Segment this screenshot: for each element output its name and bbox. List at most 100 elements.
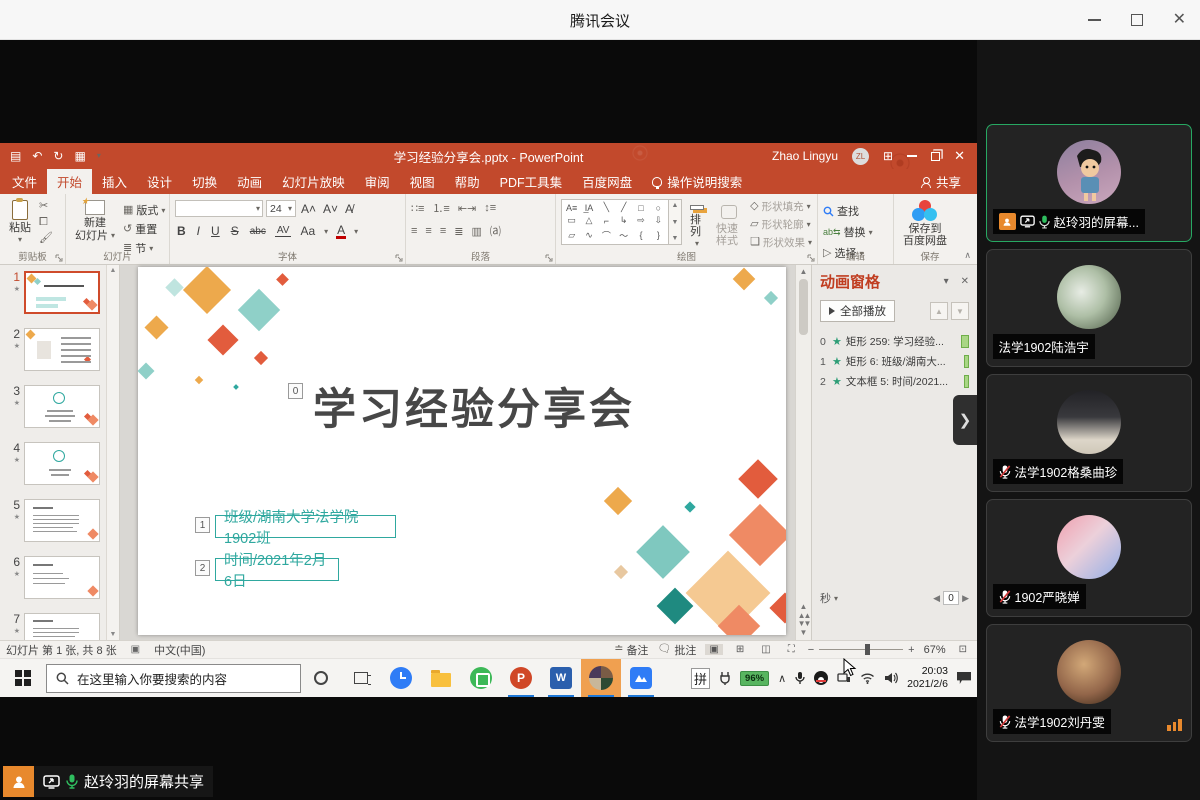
tab-home[interactable]: 开始 [47,169,92,194]
move-later-icon[interactable]: ▼ [951,302,969,320]
save-to-baidu-button[interactable]: 保存到 百度网盘 [899,199,951,249]
tab-pdf-tools[interactable]: PDF工具集 [490,169,573,194]
pane-close-icon[interactable]: ✕ [961,276,969,287]
thumbnail-slide-5[interactable]: 5★ [6,499,103,542]
thumbnail-slide-3[interactable]: 3★ [6,385,103,428]
animation-item[interactable]: 1★ 矩形 6: 班级/湖南大... [820,354,969,369]
shape-outline-button[interactable]: ▱形状轮廓▾ [750,217,812,232]
clear-format-icon[interactable]: A̸ [343,202,355,216]
ribbon-options-icon[interactable]: ⊞ [883,149,893,163]
seconds-dropdown[interactable]: 秒▾ [820,590,838,606]
shrink-font-icon[interactable]: A˅ [321,202,340,216]
tab-baidu-pan[interactable]: 百度网盘 [572,169,642,194]
tab-design[interactable]: 设计 [137,169,182,194]
shapes-gallery[interactable]: A≡I̲A╲╱□○ ▭△⌐↳⇨⇩ ▱∿⌒〜{} [561,199,669,245]
animation-item[interactable]: 0★ 矩形 259: 学习经验... [820,334,969,349]
tab-transitions[interactable]: 切换 [182,169,227,194]
paste-button[interactable]: 粘贴▾ [5,199,35,249]
thumbnail-slide-6[interactable]: 6★ [6,556,103,599]
notes-button[interactable]: ≐备注 [614,642,648,658]
indent-icons[interactable]: ⇤⇥ [458,202,476,215]
time-fwd-icon[interactable]: ▶ [962,593,969,604]
change-case-button[interactable]: Aa [298,224,317,238]
layout-button[interactable]: ▦版式▾ [123,202,165,218]
tray-mic-icon[interactable] [795,671,805,685]
align-right-icon[interactable]: ≡ [440,225,446,237]
tab-file[interactable]: 文件 [2,169,47,194]
tab-animations[interactable]: 动画 [227,169,272,194]
italic-button[interactable]: I [195,224,202,238]
tab-help[interactable]: 帮助 [445,169,490,194]
slideshow-view-icon[interactable]: ⛶ [784,644,799,655]
accessibility-icon[interactable]: ▣ [131,644,140,655]
bullets-icon[interactable]: ∷≡ [411,202,424,215]
strikethrough-button[interactable]: abc [248,226,268,237]
find-button[interactable]: 查找 [823,203,873,219]
thumbnail-slide-4[interactable]: 4★ [6,442,103,485]
time-back-icon[interactable]: ◀ [933,593,940,604]
fit-to-window-icon[interactable]: ⊡ [955,644,971,655]
tell-me-box[interactable]: 操作说明搜索 [642,169,752,194]
ime-indicator[interactable]: 拼 [691,668,710,689]
maximize-icon[interactable] [1131,14,1143,26]
wifi-icon[interactable] [860,672,875,684]
ppt-minimize-icon[interactable] [907,155,917,157]
copy-icon[interactable]: ⧠ [39,217,53,228]
dialog-launcher-icon[interactable] [395,254,403,262]
quick-styles-button[interactable]: 快速样式 [712,199,746,249]
ppt-restore-icon[interactable] [931,152,940,161]
clock-display[interactable]: 20:032021/2/6 [907,665,948,691]
underline-button[interactable]: U [209,224,222,238]
battery-indicator[interactable]: 96% [740,671,769,686]
play-all-button[interactable]: 全部播放 [820,300,895,322]
action-center-icon[interactable] [957,672,971,684]
ppt-close-icon[interactable]: ✕ [954,148,965,164]
thumbnail-slide-7[interactable]: 7★ [6,613,103,640]
qq-icon[interactable] [814,671,828,685]
participant-tile[interactable]: 法学1902陆浩宇 [986,249,1192,367]
arrange-button[interactable]: 排列▾ [686,199,708,249]
text-direction-icon[interactable]: ⒜ [490,223,501,239]
messenger-app-button[interactable] [461,659,501,697]
dialog-launcher-icon[interactable] [55,254,63,262]
align-left-icon[interactable]: ≡ [411,225,417,237]
animation-item[interactable]: 2★ 文本框 5: 时间/2021... [820,374,969,389]
slide[interactable]: 0 学习经验分享会 1 班级/湖南大学法学院1902班 2 时间/2021年2月… [138,267,786,635]
justify-icon[interactable]: ≣ [454,225,463,238]
replace-button[interactable]: ab⇆替换▾ [823,224,873,240]
language-status[interactable]: 中文(中国) [154,642,205,658]
collapse-ribbon-icon[interactable]: ∧ [964,250,971,261]
shadow-button[interactable]: S [229,224,241,238]
participant-tile[interactable]: 法学1902格桑曲珍 [986,374,1192,492]
numbering-icon[interactable]: ⒈≡ [432,200,449,216]
new-slide-button[interactable]: ★ 新建 幻灯片▾ [71,199,119,249]
font-size-select[interactable]: 24▾ [266,200,296,217]
pane-menu-icon[interactable]: ▾ [944,276,949,287]
thumbnail-scrollbar[interactable]: ▲▼ [106,265,119,640]
powerpoint-app-button[interactable]: P [501,659,541,697]
participant-tile-presenter[interactable]: 赵玲羽的屏幕... [986,124,1192,242]
tab-view[interactable]: 视图 [400,169,445,194]
bold-button[interactable]: B [175,224,188,238]
account-avatar[interactable]: ZL [852,148,869,165]
reading-view-icon[interactable]: ◫ [757,644,774,655]
account-name[interactable]: Zhao Lingyu [772,149,838,163]
move-earlier-icon[interactable]: ▲ [930,302,948,320]
dialog-launcher-icon[interactable] [807,254,815,262]
cortana-button[interactable] [301,659,341,697]
taskbar-search[interactable]: 在这里输入你要搜索的内容 [46,664,301,693]
tab-slideshow[interactable]: 幻灯片放映 [272,169,355,194]
share-button[interactable]: 共享 [921,169,977,194]
format-painter-icon[interactable]: 🖌 [39,233,53,244]
gallery-scroll[interactable]: ▲▼▼ [669,199,682,245]
tencent-docs-app-button[interactable] [621,659,661,697]
tencent-meeting-app-button[interactable] [581,659,621,697]
shape-effects-button[interactable]: ❑形状效果▾ [750,235,812,250]
zoom-slider[interactable]: −+ [808,644,915,656]
file-explorer-button[interactable] [421,659,461,697]
char-spacing-button[interactable]: AV [275,225,292,237]
minimize-icon[interactable] [1088,19,1101,21]
normal-view-icon[interactable]: ▣ [705,644,722,655]
cut-icon[interactable]: ✂ [39,201,53,212]
tab-review[interactable]: 审阅 [355,169,400,194]
